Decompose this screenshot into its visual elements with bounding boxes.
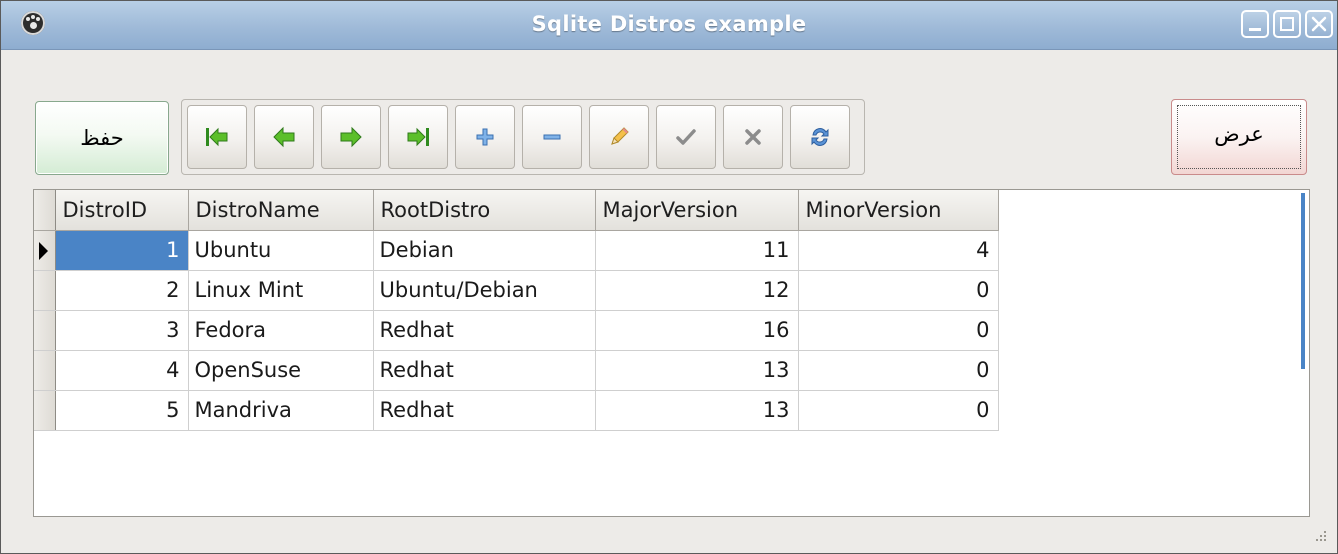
column-header-rootdistro[interactable]: RootDistro bbox=[373, 190, 596, 231]
maximize-icon bbox=[1280, 17, 1294, 31]
table-row[interactable]: 5 Mandriva Redhat 13 0 bbox=[34, 390, 999, 431]
save-button-label: حفظ bbox=[80, 126, 124, 150]
nav-delete-button[interactable] bbox=[522, 105, 582, 169]
cell-majorversion[interactable]: 11 bbox=[595, 230, 799, 271]
title-bar[interactable]: Sqlite Distros example bbox=[1, 1, 1337, 50]
cell-majorversion[interactable]: 12 bbox=[595, 270, 799, 311]
header-row: DistroID DistroName RootDistro MajorVers… bbox=[34, 190, 999, 231]
cell-distroname[interactable]: Mandriva bbox=[188, 390, 374, 431]
table-row[interactable]: 3 Fedora Redhat 16 0 bbox=[34, 310, 999, 351]
cell-majorversion[interactable]: 16 bbox=[595, 310, 799, 351]
cell-distroname[interactable]: OpenSuse bbox=[188, 350, 374, 391]
cell-minorversion[interactable]: 0 bbox=[798, 310, 999, 351]
nav-post-button[interactable] bbox=[656, 105, 716, 169]
show-button-label: عرض bbox=[1214, 122, 1264, 146]
edit-icon bbox=[611, 127, 629, 145]
next-record-icon bbox=[340, 126, 362, 148]
minimize-button[interactable] bbox=[1241, 10, 1269, 38]
column-header-majorversion[interactable]: MajorVersion bbox=[595, 190, 799, 231]
close-icon bbox=[1311, 16, 1327, 32]
nav-next-button[interactable] bbox=[321, 105, 381, 169]
table-row[interactable]: 1 Ubuntu Debian 11 4 bbox=[34, 230, 999, 271]
distros-grid[interactable]: DistroID DistroName RootDistro MajorVers… bbox=[33, 189, 1310, 517]
cell-minorversion[interactable]: 0 bbox=[798, 270, 999, 311]
cell-minorversion[interactable]: 4 bbox=[798, 230, 999, 271]
cell-distroname[interactable]: Fedora bbox=[188, 310, 374, 351]
row-indicator[interactable] bbox=[34, 310, 56, 351]
row-indicator[interactable] bbox=[34, 270, 56, 311]
column-header-distroname[interactable]: DistroName bbox=[188, 190, 374, 231]
cell-distroname[interactable]: Ubuntu bbox=[188, 230, 374, 271]
cell-rootdistro[interactable]: Redhat bbox=[373, 350, 596, 391]
cell-majorversion[interactable]: 13 bbox=[595, 390, 799, 431]
row-indicator[interactable] bbox=[34, 230, 56, 271]
show-button[interactable]: عرض bbox=[1171, 99, 1307, 175]
cell-distroid[interactable]: 4 bbox=[55, 350, 189, 391]
post-icon bbox=[676, 129, 696, 145]
cell-minorversion[interactable]: 0 bbox=[798, 390, 999, 431]
nav-prior-button[interactable] bbox=[254, 105, 314, 169]
row-indicator[interactable] bbox=[34, 350, 56, 391]
corner-cell bbox=[34, 190, 56, 231]
cell-majorversion[interactable]: 13 bbox=[595, 350, 799, 391]
save-button[interactable]: حفظ bbox=[35, 101, 169, 175]
refresh-icon bbox=[811, 128, 829, 146]
cell-distroid[interactable]: 1 bbox=[55, 230, 189, 271]
column-header-distroid[interactable]: DistroID bbox=[55, 190, 189, 231]
nav-cancel-button[interactable] bbox=[723, 105, 783, 169]
cell-distroname[interactable]: Linux Mint bbox=[188, 270, 374, 311]
cell-rootdistro[interactable]: Ubuntu/Debian bbox=[373, 270, 596, 311]
nav-first-button[interactable] bbox=[187, 105, 247, 169]
cancel-icon bbox=[745, 129, 761, 145]
first-record-icon bbox=[206, 127, 228, 147]
current-row-arrow-icon bbox=[39, 242, 48, 260]
column-header-minorversion[interactable]: MinorVersion bbox=[798, 190, 999, 231]
cell-distroid[interactable]: 3 bbox=[55, 310, 189, 351]
nav-edit-button[interactable] bbox=[589, 105, 649, 169]
last-record-icon bbox=[407, 127, 429, 147]
distros-table: DistroID DistroName RootDistro MajorVers… bbox=[34, 190, 999, 431]
prior-record-icon bbox=[273, 126, 295, 148]
cell-distroid[interactable]: 2 bbox=[55, 270, 189, 311]
db-navigator bbox=[181, 99, 865, 175]
close-button[interactable] bbox=[1305, 10, 1333, 38]
cell-distroid[interactable]: 5 bbox=[55, 390, 189, 431]
row-indicator[interactable] bbox=[34, 390, 56, 431]
cell-rootdistro[interactable]: Redhat bbox=[373, 390, 596, 431]
cell-rootdistro[interactable]: Redhat bbox=[373, 310, 596, 351]
nav-refresh-button[interactable] bbox=[790, 105, 850, 169]
cell-minorversion[interactable]: 0 bbox=[798, 350, 999, 391]
maximize-button[interactable] bbox=[1273, 10, 1301, 38]
insert-icon bbox=[476, 128, 494, 146]
minimize-icon bbox=[1249, 28, 1261, 31]
scroll-position-indicator[interactable] bbox=[1301, 193, 1305, 369]
nav-insert-button[interactable] bbox=[455, 105, 515, 169]
app-window: Sqlite Distros example حفظ عرض DistroID … bbox=[0, 0, 1338, 554]
window-title: Sqlite Distros example bbox=[531, 12, 807, 36]
table-row[interactable]: 2 Linux Mint Ubuntu/Debian 12 0 bbox=[34, 270, 999, 311]
table-row[interactable]: 4 OpenSuse Redhat 13 0 bbox=[34, 350, 999, 391]
nav-last-button[interactable] bbox=[388, 105, 448, 169]
delete-icon bbox=[543, 134, 561, 140]
resize-grip[interactable] bbox=[1313, 529, 1327, 543]
cell-rootdistro[interactable]: Debian bbox=[373, 230, 596, 271]
